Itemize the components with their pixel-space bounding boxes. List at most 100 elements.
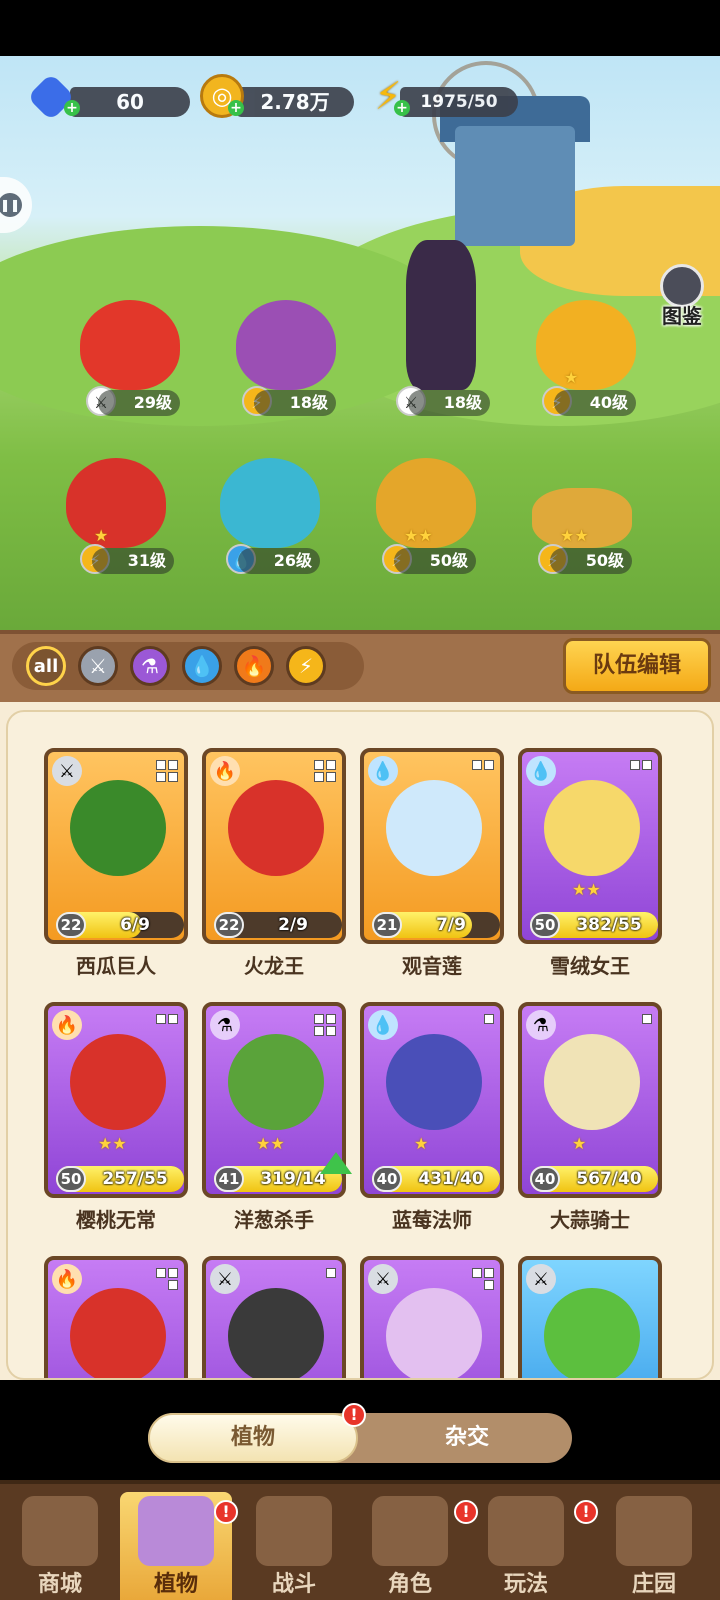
card-frame: 🔥 ★★ 50 257/55 — [44, 1002, 188, 1198]
plant-card[interactable]: 💧 21 7/9 观音莲 — [360, 748, 504, 978]
nav-manor[interactable]: 庄园 — [598, 1492, 710, 1600]
equipment-slots — [626, 1014, 652, 1036]
plant-portrait — [544, 1288, 640, 1378]
water-icon: 💧 — [368, 1010, 398, 1040]
plant-card[interactable]: 🔥 — [44, 1256, 188, 1378]
star-rating: ★ — [572, 1134, 587, 1153]
nav-battle[interactable]: 战斗 — [238, 1492, 350, 1600]
hero-level: 31级 — [92, 548, 174, 574]
card-frame: 💧 21 7/9 — [360, 748, 504, 944]
nav-shop[interactable]: 商城 — [4, 1492, 116, 1600]
plant-name: 观音莲 — [402, 954, 462, 978]
card-frame: ⚔ — [518, 1256, 662, 1378]
star-rating: ★ — [94, 526, 109, 545]
shard-progress-text: 257/55 — [102, 1169, 168, 1189]
windmill-icon — [256, 1496, 332, 1566]
fire-icon[interactable]: 🔥 — [234, 646, 274, 686]
shard-progress-text: 2/9 — [278, 915, 308, 935]
plant-card[interactable]: 🔥 22 2/9 火龙王 — [202, 748, 346, 978]
team-slot[interactable]: ★ ⚡ 31级 — [46, 458, 186, 588]
plant-card[interactable]: ⚔ — [360, 1256, 504, 1378]
equipment-slots — [468, 1268, 494, 1290]
diamond-value: 60 — [116, 90, 144, 114]
star-rating: ★★ — [98, 1134, 127, 1153]
equipment-slots — [152, 760, 178, 782]
hero-level: 40级 — [554, 390, 636, 416]
card-frame: 💧 ★ 40 431/40 — [360, 1002, 504, 1198]
plant-portrait — [386, 1034, 482, 1130]
add-energy-icon[interactable]: + — [394, 100, 410, 116]
card-frame: ⚗ ★ 40 567/40 — [518, 1002, 662, 1198]
tab-hybrid[interactable]: 杂交 — [362, 1413, 572, 1463]
filter-all-label: all — [33, 655, 59, 677]
card-frame: ⚔ 22 6/9 — [44, 748, 188, 944]
team-slot[interactable]: 💧 26级 — [200, 458, 340, 588]
hero-portrait — [236, 300, 336, 390]
plant-portrait — [544, 1034, 640, 1130]
card-frame: 🔥 — [44, 1256, 188, 1378]
card-level: 41 — [214, 1166, 244, 1192]
sword-icon[interactable]: ⚔ — [78, 646, 118, 686]
plant-card[interactable]: 💧 ★ 40 431/40 蓝莓法师 — [360, 1002, 504, 1232]
shard-progress-text: 382/55 — [576, 915, 642, 935]
nav-label: 角色 — [387, 1572, 432, 1597]
lock-icon — [616, 1496, 692, 1566]
plant-card[interactable]: ⚔ — [518, 1256, 662, 1378]
team-slot[interactable]: ⚡ 18级 — [216, 300, 356, 430]
gameplay-icon — [488, 1496, 564, 1566]
hero-level: 50级 — [550, 548, 632, 574]
poison-icon[interactable]: ⚗ — [130, 646, 170, 686]
atlas-label: 图鉴 — [662, 304, 702, 328]
equipment-slots — [468, 1014, 494, 1036]
card-level: 22 — [214, 912, 244, 938]
nav-label: 战斗 — [271, 1572, 316, 1597]
add-gold-icon[interactable]: + — [228, 100, 244, 116]
hero-portrait — [406, 240, 476, 390]
house-image — [455, 126, 575, 246]
star-rating: ★★ — [572, 880, 601, 899]
card-level: 50 — [530, 912, 560, 938]
plant-name: 洋葱杀手 — [234, 1208, 314, 1232]
lightning-icon[interactable]: ⚡ — [286, 646, 326, 686]
water-icon[interactable]: 💧 — [182, 646, 222, 686]
plant-card[interactable]: ⚔ 22 6/9 西瓜巨人 — [44, 748, 188, 978]
plant-portrait — [544, 780, 640, 876]
plant-name: 樱桃无常 — [76, 1208, 156, 1232]
energy-value: 1975/50 — [420, 92, 498, 112]
hero-level: 29级 — [98, 390, 180, 416]
hero-level: 26级 — [238, 548, 320, 574]
card-level: 50 — [56, 1166, 86, 1192]
nav-gameplay[interactable]: 玩法 — [470, 1492, 582, 1600]
plant-card[interactable]: ⚗ ★★ 41 319/14 洋葱杀手 — [202, 1002, 352, 1232]
team-slot[interactable]: ★★ ⚡ 50级 — [512, 458, 652, 588]
plant-card[interactable]: ⚗ ★ 40 567/40 大蒜骑士 — [518, 1002, 662, 1232]
add-diamond-icon[interactable]: + — [64, 100, 80, 116]
equipment-slots — [310, 1268, 336, 1290]
equipment-slots — [468, 760, 494, 782]
tab-plants-label[interactable]: 植物 — [148, 1413, 358, 1463]
equipment-slots — [152, 1268, 178, 1290]
atlas-button[interactable]: 图鉴 — [652, 264, 712, 330]
plant-card[interactable]: ⚔ — [202, 1256, 346, 1378]
fire-icon: 🔥 — [52, 1010, 82, 1040]
status-bar — [0, 0, 720, 56]
team-slot[interactable]: ★ ⚡ 40级 — [516, 300, 656, 430]
filter-all-button[interactable]: all — [26, 646, 66, 686]
team-slot[interactable]: ★★ ⚡ 50级 — [356, 458, 496, 588]
plant-card[interactable]: 🔥 ★★ 50 257/55 樱桃无常 — [44, 1002, 188, 1232]
plant-portrait — [228, 1034, 324, 1130]
card-level: 21 — [372, 912, 402, 938]
energy-counter: 1975/50 — [400, 87, 518, 117]
hero-level: 18级 — [254, 390, 336, 416]
nav-characters[interactable]: 角色 — [354, 1492, 466, 1600]
team-slot[interactable]: ⚔ 29级 — [60, 300, 200, 430]
plant-card[interactable]: 💧 ★★ 50 382/55 雪绒女王 — [518, 748, 662, 978]
poison-icon: ⚗ — [210, 1010, 240, 1040]
character-icon — [372, 1496, 448, 1566]
card-level: 22 — [56, 912, 86, 938]
hero-level: 50级 — [394, 548, 476, 574]
star-rating: ★★ — [256, 1134, 285, 1153]
team-edit-button[interactable]: 队伍编辑 — [563, 638, 711, 694]
plant-portrait — [70, 1288, 166, 1378]
team-slot[interactable]: ⚔ 18级 — [370, 240, 510, 430]
